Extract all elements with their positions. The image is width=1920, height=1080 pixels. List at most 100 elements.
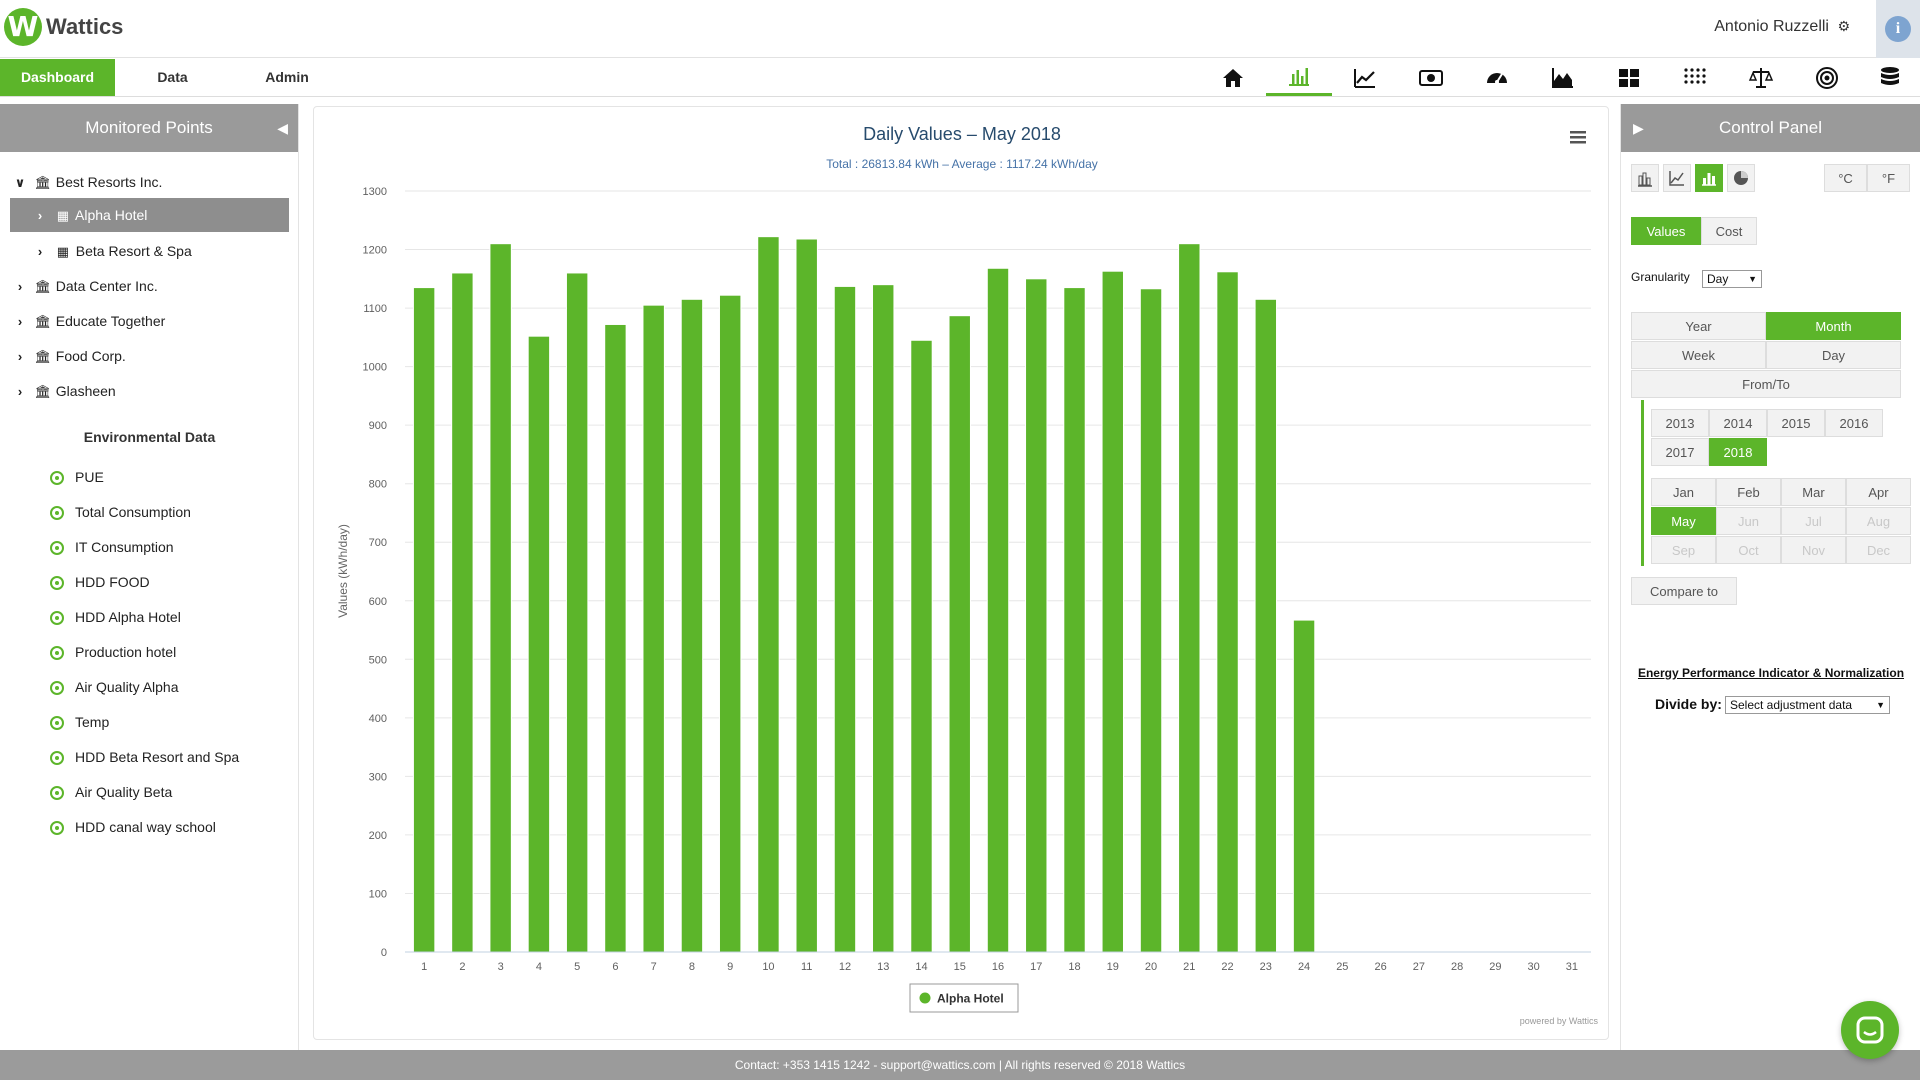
env-item-it-consumption[interactable]: IT Consumption xyxy=(50,536,174,558)
adjustment-data-select[interactable]: Select adjustment data ▼ xyxy=(1725,696,1890,714)
chat-button[interactable] xyxy=(1841,1001,1899,1059)
year-2016-button[interactable]: 2016 xyxy=(1825,409,1883,437)
tree-node-alpha-hotel[interactable]: › ▦ Alpha Hotel xyxy=(10,198,289,232)
tree-node-beta-resort[interactable]: › ▦ Beta Resort & Spa xyxy=(0,234,299,268)
radio-icon[interactable] xyxy=(50,821,64,836)
period-day-button[interactable]: Day xyxy=(1766,341,1901,369)
env-item-hdd-alpha-hotel[interactable]: HDD Alpha Hotel xyxy=(50,606,181,628)
wattics-logo[interactable]: W Wattics xyxy=(4,8,123,46)
bar-day-24[interactable] xyxy=(1292,619,1316,953)
tree-node-food-corp[interactable]: › 🏛 Food Corp. xyxy=(0,339,299,373)
legend[interactable]: Alpha Hotel xyxy=(909,983,1019,1013)
bar-day-3[interactable] xyxy=(489,243,512,953)
bar-chart-icon[interactable] xyxy=(1266,59,1332,96)
env-item-air-quality-alpha[interactable]: Air Quality Alpha xyxy=(50,676,179,698)
bar-day-6[interactable] xyxy=(604,323,627,953)
bar-day-16[interactable] xyxy=(986,267,1010,953)
chart-menu-icon[interactable] xyxy=(1570,131,1586,144)
bar-day-13[interactable] xyxy=(872,284,895,953)
bar-day-23[interactable] xyxy=(1254,298,1278,953)
target-icon[interactable] xyxy=(1794,59,1860,96)
radio-icon[interactable] xyxy=(50,716,64,731)
dot-matrix-icon[interactable] xyxy=(1662,59,1728,96)
compare-to-button[interactable]: Compare to xyxy=(1631,577,1737,605)
bar-day-1[interactable] xyxy=(412,287,436,953)
user-settings-icon[interactable]: ⚙ xyxy=(1837,18,1850,34)
bar-day-8[interactable] xyxy=(680,298,704,953)
month-jan-button[interactable]: Jan xyxy=(1651,478,1716,506)
env-item-temp[interactable]: Temp xyxy=(50,711,109,733)
money-icon[interactable] xyxy=(1398,59,1464,96)
bar-day-15[interactable] xyxy=(948,315,971,953)
database-icon[interactable] xyxy=(1860,59,1920,96)
env-item-hdd-canal-way[interactable]: HDD canal way school xyxy=(50,816,216,838)
gauge-icon[interactable] xyxy=(1464,59,1530,96)
bar-day-11[interactable] xyxy=(795,238,818,953)
collapse-left-icon[interactable]: ◀ xyxy=(277,104,288,152)
fahrenheit-button[interactable]: °F xyxy=(1867,164,1910,192)
chevron-right-icon[interactable]: › xyxy=(10,340,30,374)
month-apr-button[interactable]: Apr xyxy=(1846,478,1911,506)
user-menu[interactable]: Antonio Ruzzelli ⚙ xyxy=(1714,18,1850,36)
grid-icon[interactable] xyxy=(1596,59,1662,96)
tree-node-educate-together[interactable]: › 🏛 Educate Together xyxy=(0,304,299,338)
bar-day-22[interactable] xyxy=(1216,271,1239,953)
radio-icon[interactable] xyxy=(50,611,64,626)
line-compare-icon[interactable] xyxy=(1663,164,1691,192)
year-2017-button[interactable]: 2017 xyxy=(1651,438,1709,466)
env-item-hdd-beta-resort[interactable]: HDD Beta Resort and Spa xyxy=(50,746,239,768)
chart-credit[interactable]: powered by Wattics xyxy=(1520,1016,1599,1026)
month-feb-button[interactable]: Feb xyxy=(1716,478,1781,506)
chevron-right-icon[interactable]: › xyxy=(10,305,30,339)
radio-icon[interactable] xyxy=(50,646,64,661)
bar-day-4[interactable] xyxy=(527,335,551,953)
env-item-air-quality-beta[interactable]: Air Quality Beta xyxy=(50,781,172,803)
month-mar-button[interactable]: Mar xyxy=(1781,478,1846,506)
bar-day-14[interactable] xyxy=(910,339,933,953)
bar-day-17[interactable] xyxy=(1025,278,1048,953)
bar-compare-icon[interactable] xyxy=(1631,164,1659,192)
tree-node-data-center[interactable]: › 🏛 Data Center Inc. xyxy=(0,269,299,303)
year-2015-button[interactable]: 2015 xyxy=(1767,409,1825,437)
bar-day-19[interactable] xyxy=(1101,270,1124,953)
tab-data[interactable]: Data xyxy=(135,59,210,96)
radio-icon[interactable] xyxy=(50,471,64,486)
env-item-pue[interactable]: PUE xyxy=(50,466,104,488)
chevron-right-icon[interactable]: › xyxy=(30,235,50,269)
chevron-down-icon[interactable]: ∨ xyxy=(10,166,30,200)
tree-node-glasheen[interactable]: › 🏛 Glasheen xyxy=(0,374,299,408)
values-button[interactable]: Values xyxy=(1631,217,1701,245)
radio-icon[interactable] xyxy=(50,541,64,556)
bar-day-9[interactable] xyxy=(718,294,742,953)
bar-day-12[interactable] xyxy=(833,285,857,953)
cost-button[interactable]: Cost xyxy=(1701,217,1757,245)
period-month-button[interactable]: Month xyxy=(1766,312,1901,340)
year-2018-button[interactable]: 2018 xyxy=(1709,438,1767,466)
bar-chart-icon[interactable] xyxy=(1695,164,1723,192)
tab-dashboard[interactable]: Dashboard xyxy=(0,59,115,96)
period-week-button[interactable]: Week xyxy=(1631,341,1766,369)
period-year-button[interactable]: Year xyxy=(1631,312,1766,340)
radio-icon[interactable] xyxy=(50,576,64,591)
month-may-button[interactable]: May xyxy=(1651,507,1716,535)
radio-icon[interactable] xyxy=(50,681,64,696)
bar-day-18[interactable] xyxy=(1063,287,1086,953)
radio-icon[interactable] xyxy=(50,786,64,801)
line-chart-icon[interactable] xyxy=(1332,59,1398,96)
bar-day-21[interactable] xyxy=(1178,243,1201,953)
env-item-production-hotel[interactable]: Production hotel xyxy=(50,641,176,663)
chevron-right-icon[interactable]: › xyxy=(10,270,30,304)
celsius-button[interactable]: °C xyxy=(1824,164,1867,192)
bar-day-20[interactable] xyxy=(1139,288,1163,953)
radio-icon[interactable] xyxy=(50,506,64,521)
area-chart-icon[interactable] xyxy=(1530,59,1596,96)
env-item-total-consumption[interactable]: Total Consumption xyxy=(50,501,191,523)
bar-day-2[interactable] xyxy=(451,272,474,953)
bar-day-7[interactable] xyxy=(642,304,665,953)
tab-admin[interactable]: Admin xyxy=(247,59,327,96)
bar-day-10[interactable] xyxy=(757,236,780,953)
env-item-hdd-food[interactable]: HDD FOOD xyxy=(50,571,150,593)
tree-node-best-resorts[interactable]: ∨ 🏛 Best Resorts Inc. xyxy=(0,165,299,199)
home-icon[interactable] xyxy=(1200,59,1266,96)
year-2014-button[interactable]: 2014 xyxy=(1709,409,1767,437)
